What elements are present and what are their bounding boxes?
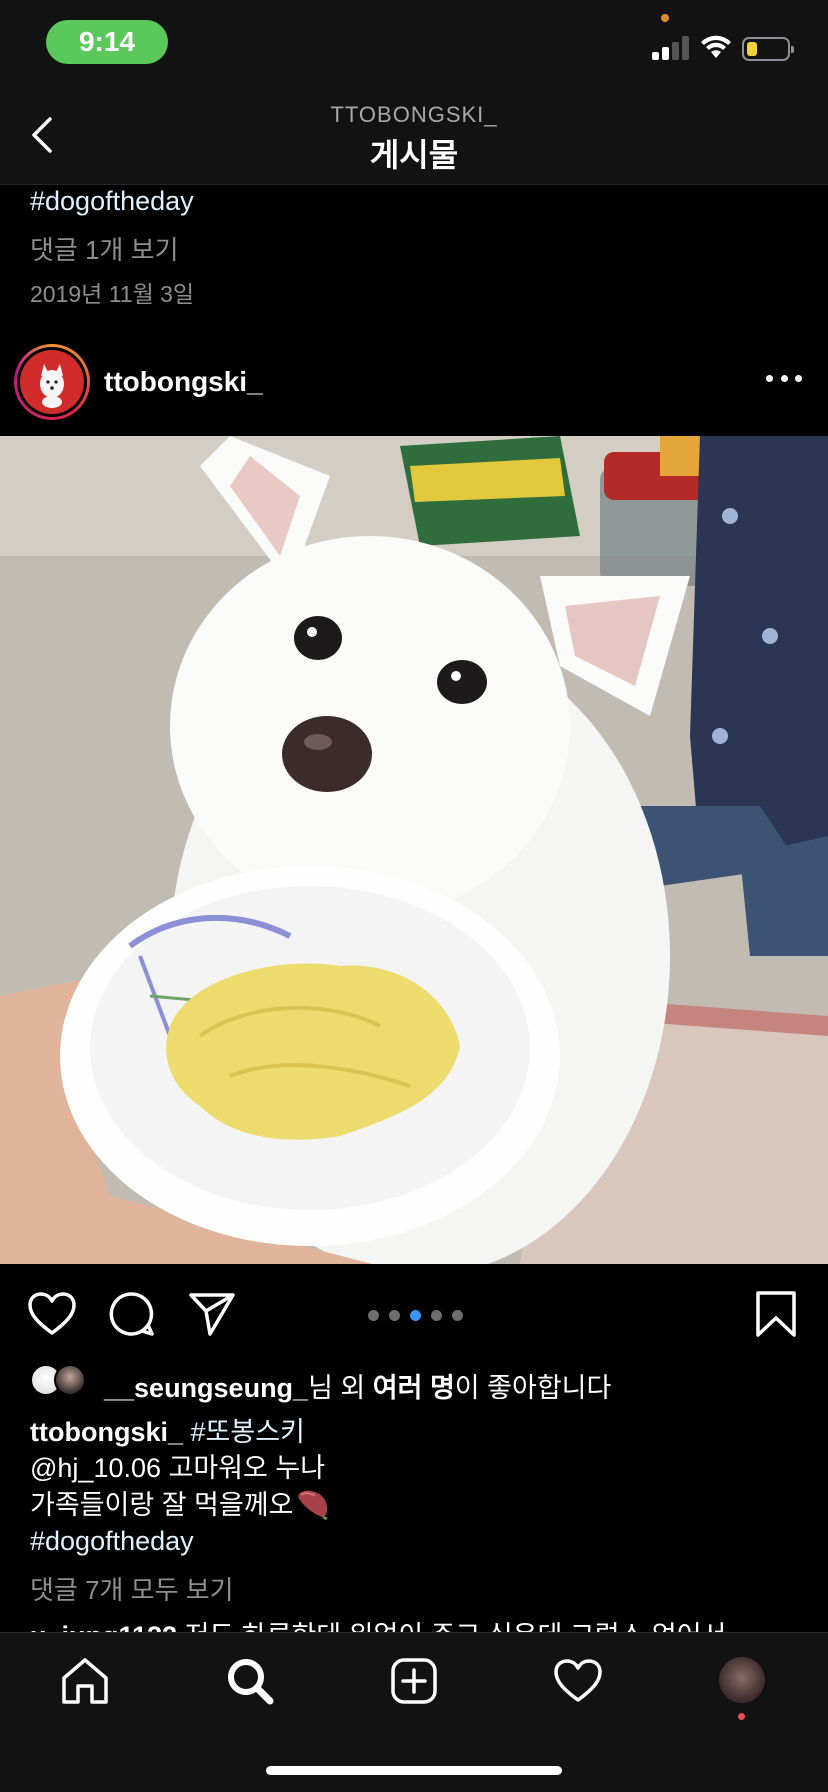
sweet-potato-emoji xyxy=(298,1490,329,1521)
search-icon xyxy=(228,1659,274,1705)
tab-search[interactable] xyxy=(222,1653,278,1709)
new-post-icon xyxy=(391,1658,437,1704)
liker-avatar xyxy=(54,1364,86,1396)
carousel-dot xyxy=(452,1310,463,1321)
heart-icon xyxy=(28,1292,76,1335)
status-time[interactable]: 9:14 xyxy=(46,20,168,64)
post-header: ttobongski_ xyxy=(0,340,828,436)
ellipsis-icon[interactable] xyxy=(766,368,802,388)
post-photo[interactable] xyxy=(0,436,828,1264)
activity-icon xyxy=(554,1659,602,1702)
tab-home[interactable] xyxy=(57,1653,113,1709)
avatar xyxy=(20,350,84,414)
likes-suffix: 님 외 xyxy=(308,1373,373,1403)
tab-activity[interactable] xyxy=(550,1653,606,1709)
caption-hashtag[interactable]: #또봉스키 xyxy=(191,1417,305,1447)
post-username[interactable]: ttobongski_ xyxy=(104,366,263,398)
caption-hashtag[interactable]: #dogoftheday xyxy=(30,1526,194,1556)
status-bar: 9:14 xyxy=(0,0,828,88)
likes-suffix-end: 이 좋아합니다 xyxy=(454,1373,612,1403)
comment-icon xyxy=(109,1292,154,1336)
comment-text: 저도 하루한테 위얼이 주고 싶은데 그럴스 없어서 xyxy=(185,1621,727,1632)
nav-bar: TTOBONGSKI_ 게시물 xyxy=(0,88,828,185)
tab-profile-avatar[interactable] xyxy=(717,1655,767,1705)
likes-text: __seungseung_님 외 여러 명이 좋아합니다 xyxy=(104,1366,611,1405)
save-button[interactable] xyxy=(750,1288,802,1340)
battery-level xyxy=(747,42,757,56)
privacy-indicator xyxy=(661,14,669,22)
likes-summary[interactable]: __seungseung_님 외 여러 명이 좋아합니다 xyxy=(30,1362,820,1403)
send-icon xyxy=(189,1293,235,1336)
view-all-comments-link[interactable]: 댓글 7개 모두 보기 xyxy=(30,1570,234,1607)
post-actions xyxy=(0,1264,828,1354)
previous-post-date: 2019년 11월 3일 xyxy=(30,281,195,307)
story-ring[interactable] xyxy=(14,344,90,420)
nav-subtitle: TTOBONGSKI_ xyxy=(330,102,498,127)
tab-bar xyxy=(0,1632,828,1792)
previous-post-comments-link[interactable]: 댓글 1개 보기 xyxy=(30,230,179,267)
caption-username[interactable]: ttobongski_ xyxy=(30,1417,183,1447)
comment-preview[interactable]: u_jung1122 저도 하루한테 위얼이 주고 싶은데 그럴스 없어서 xyxy=(30,1614,828,1632)
liker-username[interactable]: __seungseung_ xyxy=(104,1373,308,1403)
battery-icon xyxy=(742,37,794,61)
signal-icon xyxy=(652,36,690,60)
notification-dot xyxy=(738,1713,745,1720)
comment-username[interactable]: u_jung1122 xyxy=(30,1621,177,1632)
caption-line: 가족들이랑 잘 먹을께오 xyxy=(30,1490,294,1520)
share-button[interactable] xyxy=(186,1288,238,1340)
carousel-indicator xyxy=(368,1310,463,1322)
wifi-icon xyxy=(701,35,731,58)
caption-line: @hj_10.06 고마워오 누나 xyxy=(30,1453,326,1483)
likes-others[interactable]: 여러 명 xyxy=(373,1373,455,1403)
carousel-dot xyxy=(368,1310,379,1321)
carousel-dot xyxy=(410,1310,421,1321)
previous-post-hashtag[interactable]: #dogoftheday xyxy=(30,186,194,217)
like-button[interactable] xyxy=(26,1288,78,1340)
page-title: 게시물 xyxy=(369,137,459,173)
carousel-dot xyxy=(389,1310,400,1321)
bookmark-icon xyxy=(756,1291,796,1337)
post-caption: ttobongski_ #또봉스키 @hj_10.06 고마워오 누나 가족들이… xyxy=(30,1414,810,1559)
comment-button[interactable] xyxy=(106,1288,158,1340)
home-icon xyxy=(62,1658,108,1704)
home-indicator[interactable] xyxy=(266,1766,562,1775)
carousel-dot xyxy=(431,1310,442,1321)
tab-new-post[interactable] xyxy=(386,1653,442,1709)
